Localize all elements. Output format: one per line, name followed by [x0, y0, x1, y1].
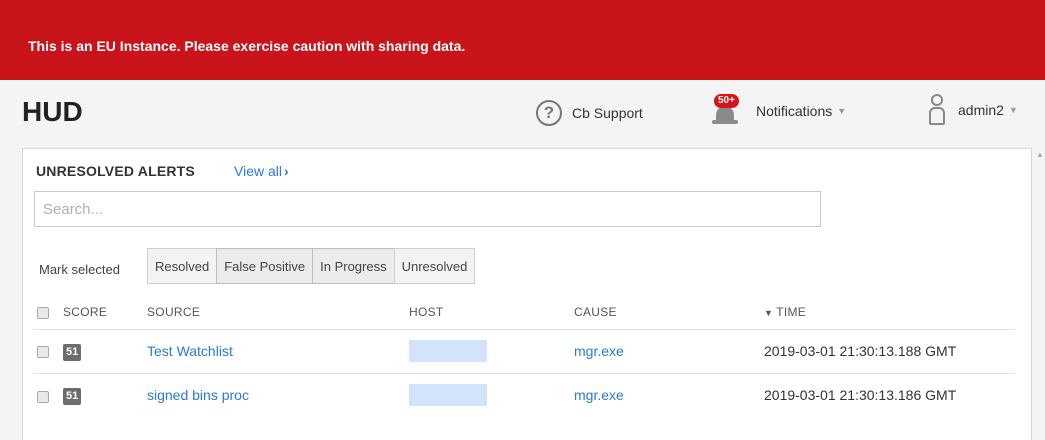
header-bar: HUD ? Cb Support 50+ Notifications ▼ adm… — [0, 80, 1045, 140]
chevron-down-icon: ▼ — [837, 106, 847, 116]
sort-desc-icon: ▼ — [764, 307, 774, 318]
column-header-score[interactable]: SCORE — [63, 295, 147, 329]
table-header-row: SCORE SOURCE HOST CAUSE ▼ TIME — [33, 295, 1015, 329]
score-badge: 51 — [63, 343, 82, 361]
scroll-up-icon[interactable]: ▲ — [1036, 150, 1044, 159]
unresolved-alerts-panel: UNRESOLVED ALERTS View all› Mark selecte… — [22, 148, 1032, 440]
column-header-host[interactable]: HOST — [409, 295, 574, 329]
false-positive-button[interactable]: False Positive — [216, 248, 314, 284]
banner-text: This is an EU Instance. Please exercise … — [28, 38, 466, 54]
table-row[interactable]: 51 signed bins proc mgr.exe 2019-03-01 2… — [33, 372, 1015, 417]
column-header-cause[interactable]: CAUSE — [574, 295, 764, 329]
cause-link[interactable]: mgr.exe — [574, 343, 624, 359]
time-value: 2019-03-01 21:30:13.186 GMT — [764, 387, 957, 404]
column-header-source[interactable]: SOURCE — [147, 295, 409, 329]
row-checkbox[interactable] — [37, 346, 49, 359]
table-row[interactable]: 51 Test Watchlist mgr.exe 2019-03-01 21:… — [33, 328, 1015, 373]
in-progress-button[interactable]: In Progress — [312, 248, 395, 284]
chevron-right-icon: › — [284, 163, 289, 179]
column-header-time[interactable]: ▼ TIME — [764, 295, 1015, 329]
view-all-label: View all — [234, 163, 282, 179]
section-title: UNRESOLVED ALERTS — [36, 163, 195, 179]
time-value: 2019-03-01 21:30:13.188 GMT — [764, 343, 957, 359]
notifications-menu[interactable]: 50+ Notifications ▼ — [710, 94, 846, 128]
user-icon — [926, 94, 948, 126]
notifications-badge: 50+ — [714, 94, 739, 108]
host-link-redacted[interactable] — [409, 340, 487, 362]
notifications-label: Notifications — [756, 103, 833, 119]
time-header-label: TIME — [776, 304, 807, 319]
eu-instance-banner: This is an EU Instance. Please exercise … — [0, 0, 1045, 80]
source-link[interactable]: Test Watchlist — [147, 343, 233, 359]
mark-button-group: Resolved False Positive In Progress Unre… — [147, 248, 476, 284]
alerts-table: SCORE SOURCE HOST CAUSE ▼ TIME 51 Test Wa… — [33, 295, 1015, 417]
mark-selected-label: Mark selected — [39, 262, 120, 277]
cause-link[interactable]: mgr.exe — [574, 387, 624, 403]
bell-icon: 50+ — [710, 94, 744, 128]
user-menu[interactable]: admin2 ▼ — [926, 94, 1018, 126]
source-link[interactable]: signed bins proc — [147, 387, 249, 403]
support-link[interactable]: ? Cb Support — [536, 100, 643, 126]
user-label: admin2 — [958, 102, 1004, 118]
search-input[interactable] — [34, 191, 821, 227]
host-link-redacted[interactable] — [409, 384, 487, 407]
unresolved-button[interactable]: Unresolved — [393, 248, 476, 284]
resolved-button[interactable]: Resolved — [147, 248, 218, 284]
page-title: HUD — [22, 96, 83, 127]
score-badge: 51 — [63, 387, 82, 405]
select-all-checkbox[interactable] — [37, 306, 49, 319]
help-icon: ? — [536, 100, 562, 126]
support-label: Cb Support — [572, 105, 643, 121]
view-all-link[interactable]: View all › — [234, 163, 289, 179]
chevron-down-icon: ▼ — [1008, 105, 1018, 115]
row-checkbox[interactable] — [37, 390, 49, 403]
